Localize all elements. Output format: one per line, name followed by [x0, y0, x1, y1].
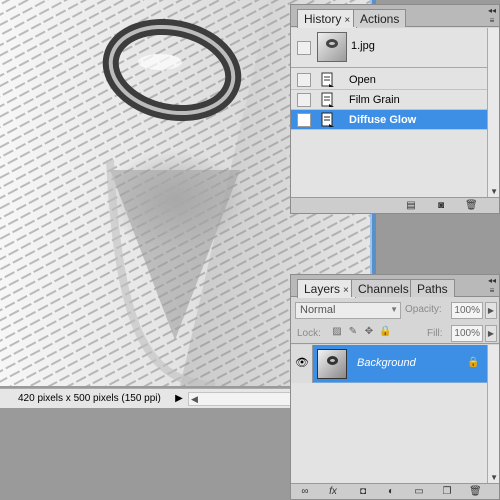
layers-tabbar: Layers × Channels Paths ◂◂ ≡	[291, 275, 499, 298]
history-tabbar: History × Actions ◂◂ ≡	[291, 5, 499, 28]
trash-icon[interactable]: 🗑	[469, 486, 482, 497]
state-source-checkbox[interactable]	[297, 93, 311, 107]
opacity-label: Opacity:	[405, 304, 442, 315]
visibility-toggle[interactable]: 👁	[291, 345, 313, 383]
state-source-checkbox[interactable]	[297, 73, 311, 87]
layer-thumbnail	[317, 349, 347, 379]
camera-icon[interactable]: ◙	[435, 200, 447, 211]
history-snapshot[interactable]: 1.jpg	[291, 28, 487, 68]
blend-mode-value: Normal	[300, 304, 336, 316]
tab-channels[interactable]: Channels	[351, 279, 416, 297]
lock-icon: 🔒	[467, 357, 480, 368]
opacity-slider-arrow-icon[interactable]: ▶	[485, 302, 497, 319]
blend-mode-select[interactable]: Normal ▼	[295, 302, 401, 319]
status-menu-arrow-icon[interactable]: ▶	[172, 391, 186, 407]
layers-scrollbar[interactable]: ▼	[487, 345, 499, 483]
tab-paths-label: Paths	[417, 282, 448, 296]
close-tab-icon[interactable]: ×	[343, 285, 349, 296]
fill-slider-arrow-icon[interactable]: ▶	[485, 325, 497, 342]
snapshot-label: 1.jpg	[351, 40, 375, 52]
history-panel: History × Actions ◂◂ ≡ 1.jpg Open Film Gr…	[290, 4, 500, 214]
panel-menu-icon[interactable]: ≡	[487, 16, 497, 26]
tab-channels-label: Channels	[358, 282, 409, 296]
scroll-down-arrow-icon[interactable]: ▼	[490, 187, 498, 196]
layers-list: 👁 Background 🔒	[291, 345, 487, 483]
history-list: 1.jpg Open Film Grain ▷ Diffuse Glow	[291, 28, 487, 197]
close-tab-icon[interactable]: ×	[344, 15, 350, 26]
tab-layers[interactable]: Layers ×	[297, 279, 356, 298]
fill-label: Fill:	[427, 328, 443, 339]
tab-paths[interactable]: Paths	[410, 279, 455, 297]
lock-position-icon[interactable]: ✥	[363, 326, 375, 338]
lock-label: Lock:	[297, 328, 321, 339]
tab-history[interactable]: History ×	[297, 9, 358, 28]
history-state-open[interactable]: Open	[291, 70, 487, 90]
layer-options-bar: Normal ▼ Opacity: 100% ▶ Lock: ▨ ✎ ✥ 🔒 F…	[291, 298, 499, 344]
tab-actions[interactable]: Actions	[353, 9, 407, 27]
new-document-from-state-icon[interactable]: ▤	[405, 200, 417, 211]
lock-all-icon[interactable]: 🔒	[379, 326, 391, 338]
lock-image-pixels-icon[interactable]: ✎	[347, 326, 359, 338]
history-state-label: Film Grain	[349, 94, 400, 106]
panel-menu-icon[interactable]: ≡	[487, 286, 497, 296]
snapshot-thumbnail	[317, 32, 347, 62]
scroll-left-arrow-icon[interactable]: ◀	[191, 393, 198, 405]
history-state-icon	[321, 72, 334, 87]
layer-name[interactable]: Background	[357, 357, 416, 369]
current-state-pointer-icon[interactable]: ▷	[301, 114, 309, 125]
trash-icon[interactable]: 🗑	[465, 200, 478, 211]
scroll-down-arrow-icon[interactable]: ▼	[490, 473, 498, 482]
link-icon[interactable]: ∞	[299, 486, 311, 497]
history-state-icon	[321, 112, 334, 127]
tab-layers-label: Layers	[304, 282, 341, 296]
snapshot-source-checkbox[interactable]	[297, 41, 311, 55]
layers-panel: Layers × Channels Paths ◂◂ ≡ Normal ▼ Opa…	[290, 274, 500, 500]
adjustment-icon[interactable]: ◐	[385, 486, 397, 497]
collapse-panel-icon[interactable]: ◂◂	[487, 6, 497, 16]
opacity-field[interactable]: 100%	[451, 302, 483, 319]
lock-transparency-icon[interactable]: ▨	[331, 326, 343, 338]
history-state-film-grain[interactable]: Film Grain	[291, 90, 487, 110]
chevron-down-icon: ▼	[390, 305, 398, 314]
tab-actions-label: Actions	[360, 12, 400, 26]
history-state-label: Diffuse Glow	[349, 114, 417, 126]
document-size-text: 420 pixels x 500 pixels (150 ppi)	[18, 393, 161, 404]
history-state-label: Open	[349, 74, 376, 86]
layer-row-background[interactable]: 👁 Background 🔒	[291, 345, 487, 383]
fill-field[interactable]: 100%	[451, 325, 483, 342]
folder-icon[interactable]: ▭	[413, 486, 425, 497]
tab-history-label: History	[304, 12, 342, 26]
layers-footer: ∞ fx ◘ ◐ ▭ ❐ 🗑	[291, 483, 499, 499]
history-scrollbar[interactable]: ▼	[487, 28, 499, 197]
fx-icon[interactable]: fx	[327, 486, 339, 497]
history-footer: ▤ ◙ 🗑	[291, 197, 499, 213]
collapse-panel-icon[interactable]: ◂◂	[487, 276, 497, 286]
new-layer-icon[interactable]: ❐	[441, 486, 453, 497]
history-state-diffuse-glow[interactable]: ▷ Diffuse Glow	[291, 110, 487, 130]
history-state-icon	[321, 92, 334, 107]
eye-icon[interactable]: 👁	[295, 358, 309, 369]
mask-icon[interactable]: ◘	[357, 486, 369, 497]
